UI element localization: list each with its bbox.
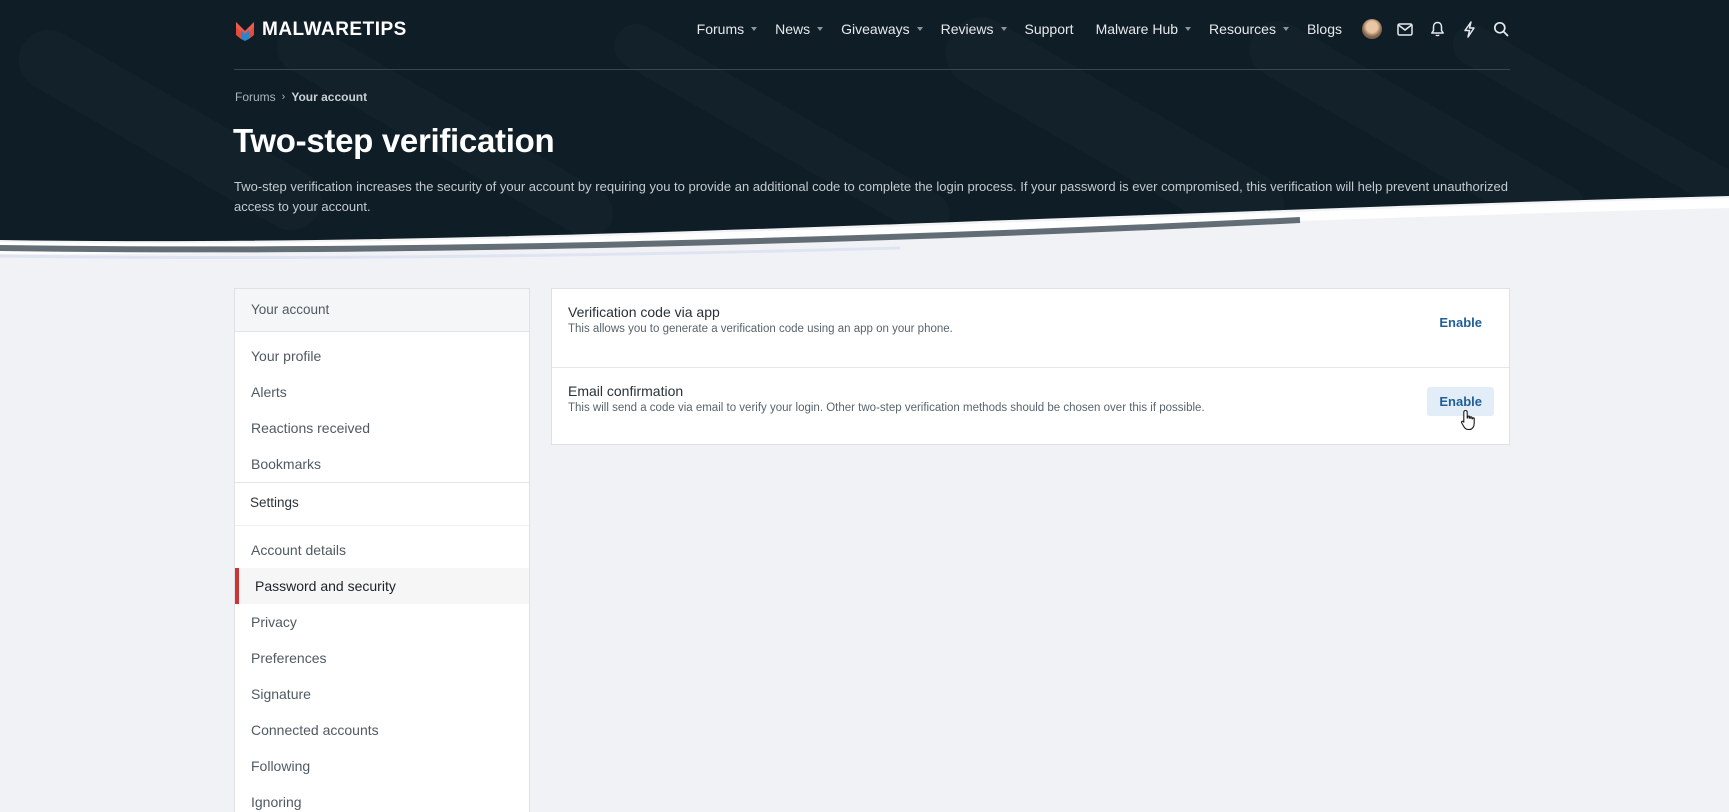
two-step-methods-panel: Verification code via app This allows yo… (551, 288, 1510, 445)
sidebar-header-your-account: Your account (235, 289, 529, 332)
chevron-down-icon (1282, 27, 1289, 31)
nav-malware-hub[interactable]: Malware Hub (1096, 21, 1192, 37)
chevron-down-icon (1000, 27, 1007, 31)
sidebar-item-bookmarks[interactable]: Bookmarks (235, 446, 529, 482)
sidebar-item-reactions-received[interactable]: Reactions received (235, 410, 529, 446)
lightning-icon[interactable] (1460, 20, 1478, 38)
method-description: This allows you to generate a verificati… (568, 323, 953, 335)
breadcrumb: Forums › Your account (235, 90, 367, 104)
nav-support[interactable]: Support (1025, 21, 1074, 37)
sidebar-item-privacy[interactable]: Privacy (235, 604, 529, 640)
method-row-app: Verification code via app This allows yo… (552, 289, 1509, 367)
site-logo[interactable]: MALWARETIPS (234, 18, 407, 42)
nav-blogs[interactable]: Blogs (1307, 21, 1342, 37)
chevron-down-icon (817, 27, 824, 31)
nav-forums[interactable]: Forums (697, 21, 758, 37)
sidebar-item-following[interactable]: Following (235, 748, 529, 784)
page-title: Two-step verification (233, 122, 555, 159)
sidebar-item-signature[interactable]: Signature (235, 676, 529, 712)
nav-giveaways[interactable]: Giveaways (841, 21, 923, 37)
search-icon[interactable] (1492, 20, 1510, 38)
top-navigation-bar: MALWARETIPS Forums News Giveaways Review… (234, 0, 1510, 70)
chevron-down-icon (916, 27, 923, 31)
sidebar-item-connected-accounts[interactable]: Connected accounts (235, 712, 529, 748)
envelope-icon[interactable] (1396, 20, 1414, 38)
hand-pointer-cursor-icon (1460, 409, 1475, 431)
bell-icon[interactable] (1428, 20, 1446, 38)
user-avatar[interactable] (1362, 19, 1382, 39)
sidebar-item-your-profile[interactable]: Your profile (235, 338, 529, 374)
chevron-down-icon (1185, 27, 1192, 31)
site-name: MALWARETIPS (262, 19, 407, 40)
enable-app-verification-button[interactable]: Enable (1427, 308, 1494, 337)
sidebar-item-password-and-security[interactable]: Password and security (235, 568, 529, 604)
account-sidebar: Your account Your profile Alerts Reactio… (234, 288, 530, 812)
nav-news[interactable]: News (775, 21, 824, 37)
page-header: MALWARETIPS Forums News Giveaways Review… (0, 0, 1729, 270)
sidebar-item-ignoring[interactable]: Ignoring (235, 784, 529, 812)
chevron-right-icon: › (281, 91, 286, 103)
method-title: Verification code via app (568, 304, 720, 320)
method-row-email: Email confirmation This will send a code… (552, 367, 1509, 445)
sidebar-header-settings: Settings (235, 482, 529, 526)
breadcrumb-your-account-link[interactable]: Your account (291, 90, 367, 104)
nav-reviews[interactable]: Reviews (941, 21, 1007, 37)
sidebar-item-alerts[interactable]: Alerts (235, 374, 529, 410)
sidebar-item-preferences[interactable]: Preferences (235, 640, 529, 676)
method-title: Email confirmation (568, 383, 684, 399)
nav-resources[interactable]: Resources (1209, 21, 1289, 37)
method-description: This will send a code via email to verif… (568, 402, 1205, 414)
main-nav: Forums News Giveaways Reviews Support Ma… (679, 18, 1510, 40)
page-description: Two-step verification increases the secu… (234, 179, 1508, 214)
sidebar-item-account-details[interactable]: Account details (235, 532, 529, 568)
breadcrumb-forums-link[interactable]: Forums (235, 90, 276, 104)
chevron-down-icon (751, 27, 758, 31)
malwaretips-logo-icon (236, 22, 254, 41)
